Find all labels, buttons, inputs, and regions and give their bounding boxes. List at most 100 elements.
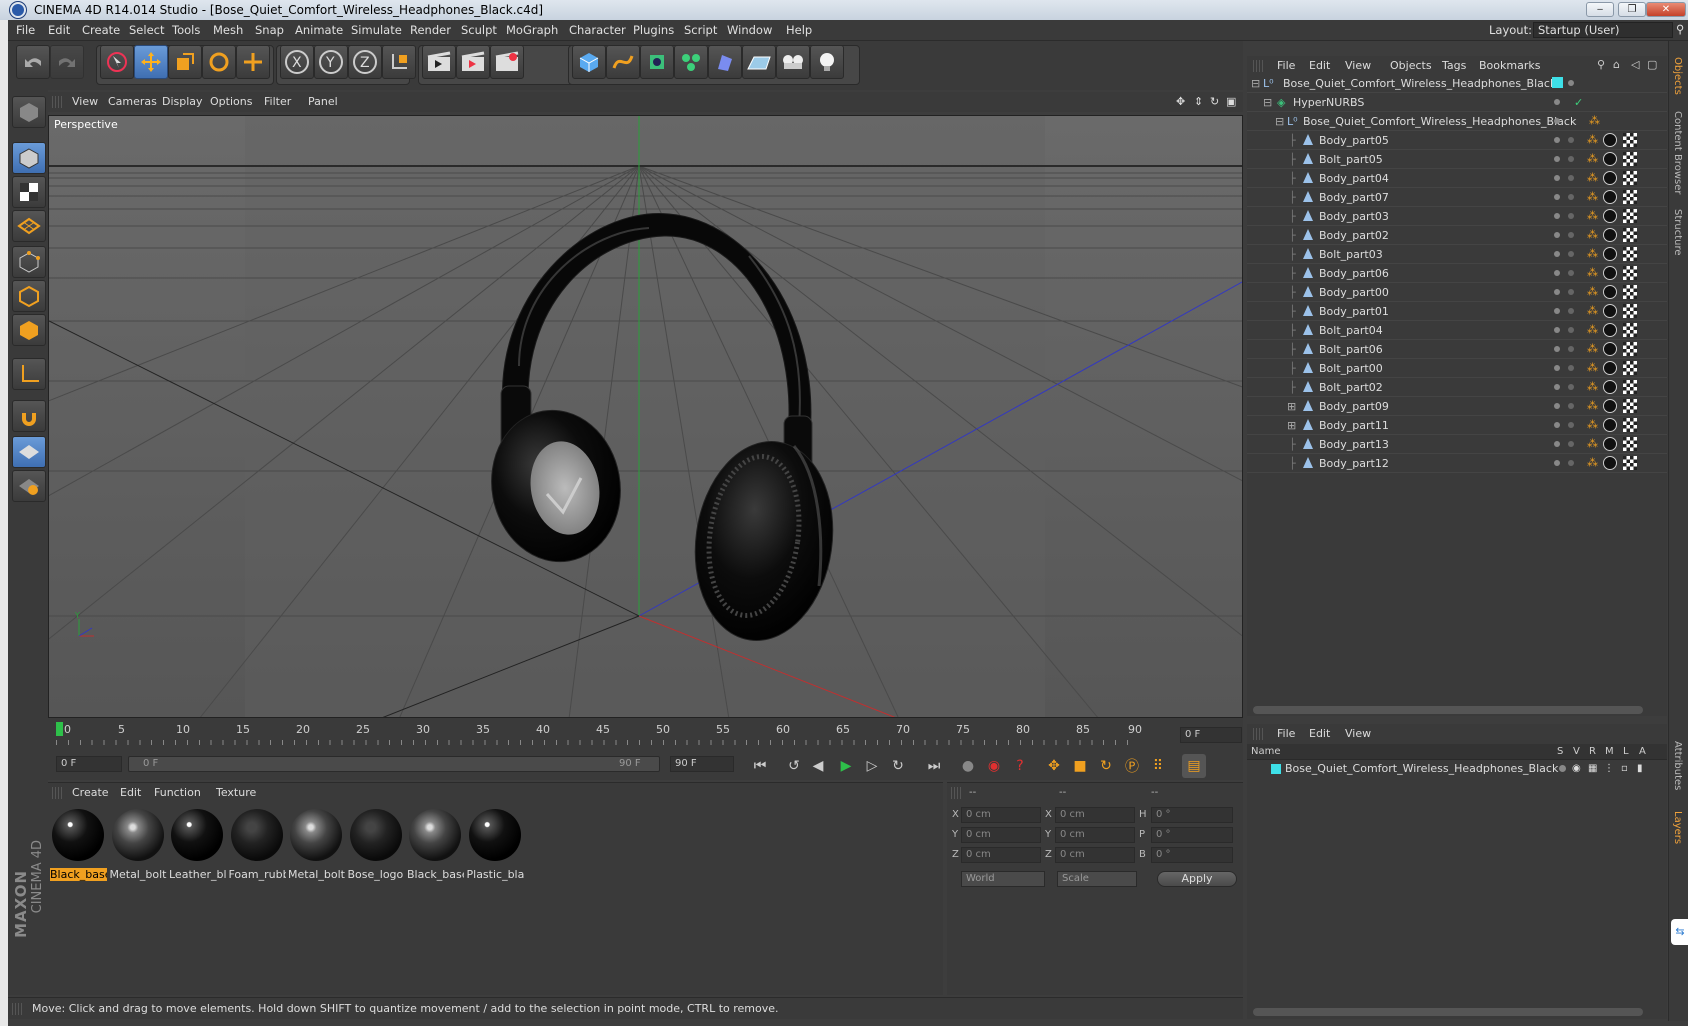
object-row[interactable]: ⊞ Body_part09 ⁂ bbox=[1247, 397, 1667, 416]
snap-magnet-icon[interactable] bbox=[12, 400, 46, 432]
phong-tag-icon[interactable]: ⁂ bbox=[1587, 171, 1599, 185]
menu-select[interactable]: Select bbox=[129, 23, 164, 37]
phong-tag-icon[interactable]: ⁂ bbox=[1587, 209, 1599, 223]
vp-zoom-icon[interactable]: ⇕ bbox=[1194, 95, 1203, 108]
visibility-dot[interactable] bbox=[1568, 80, 1574, 86]
material-swatch[interactable]: Metal_bolt bbox=[110, 807, 167, 892]
layer-menu-file[interactable]: File bbox=[1277, 727, 1295, 740]
texture-tag-icon[interactable] bbox=[1623, 266, 1637, 280]
search-icon[interactable]: ⚲ bbox=[1597, 58, 1605, 71]
mat-menu-function[interactable]: Function bbox=[154, 786, 201, 799]
vp-rotate-icon[interactable]: ↻ bbox=[1210, 95, 1219, 108]
perspective-viewport[interactable]: Y Perspective bbox=[48, 115, 1243, 718]
x-axis-lock-icon[interactable]: X bbox=[280, 45, 314, 79]
scale-tool-icon[interactable] bbox=[168, 45, 202, 79]
visibility-dot[interactable] bbox=[1554, 251, 1560, 257]
object-row[interactable]: ├ Bolt_part00 ⁂ bbox=[1247, 359, 1667, 378]
object-row[interactable]: ├ Body_part12 ⁂ bbox=[1247, 454, 1667, 473]
goto-end-icon[interactable]: ⏭ bbox=[922, 754, 946, 778]
panel-grip-icon[interactable] bbox=[1253, 60, 1263, 72]
expand-icon[interactable]: ⊞ bbox=[1287, 419, 1296, 432]
render-dot[interactable] bbox=[1568, 289, 1574, 295]
obj-menu-edit[interactable]: Edit bbox=[1309, 59, 1330, 72]
visibility-dot[interactable] bbox=[1554, 156, 1560, 162]
back-icon[interactable]: ◁ bbox=[1631, 58, 1639, 71]
key-scale-icon[interactable]: ■ bbox=[1068, 754, 1092, 778]
timeline-ruler[interactable]: 0 5 10 15 20 25 30 35 40 45 50 55 60 65 … bbox=[48, 718, 1243, 752]
material-swatch[interactable]: Bose_logo bbox=[348, 807, 405, 892]
material-swatch[interactable]: Leather_bla bbox=[169, 807, 226, 892]
menu-animate[interactable]: Animate bbox=[295, 23, 343, 37]
goto-prev-key-icon[interactable]: ↺ bbox=[782, 754, 806, 778]
panel-grip-icon[interactable] bbox=[1253, 728, 1263, 740]
spline-icon[interactable] bbox=[606, 45, 640, 79]
redo-icon[interactable] bbox=[50, 45, 84, 79]
model-mode-icon[interactable] bbox=[12, 142, 46, 174]
layer-menu-edit[interactable]: Edit bbox=[1309, 727, 1330, 740]
visibility-dot[interactable] bbox=[1554, 365, 1560, 371]
move-tool-icon[interactable] bbox=[134, 45, 168, 79]
position-y-field[interactable]: 0 cm bbox=[961, 827, 1041, 843]
render-dot[interactable] bbox=[1568, 232, 1574, 238]
texture-tag-icon[interactable] bbox=[1623, 418, 1637, 432]
apply-button[interactable]: Apply bbox=[1157, 871, 1237, 887]
visibility-dot[interactable] bbox=[1554, 403, 1560, 409]
array-icon[interactable] bbox=[674, 45, 708, 79]
texture-tag-icon[interactable] bbox=[1623, 399, 1637, 413]
menu-edit[interactable]: Edit bbox=[48, 23, 70, 37]
coordinate-system-icon[interactable] bbox=[382, 45, 416, 79]
workplane-mode-icon[interactable] bbox=[12, 210, 46, 242]
phong-tag-icon[interactable]: ⁂ bbox=[1587, 342, 1599, 356]
col-name[interactable]: Name bbox=[1251, 746, 1281, 757]
panel-grip-icon[interactable] bbox=[52, 96, 62, 108]
workplane-lock-icon[interactable] bbox=[12, 436, 46, 468]
menu-plugins[interactable]: Plugins bbox=[633, 23, 674, 37]
texture-tag-icon[interactable] bbox=[1623, 152, 1637, 166]
render-dot[interactable] bbox=[1568, 308, 1574, 314]
object-row[interactable]: ├ Body_part03 ⁂ bbox=[1247, 207, 1667, 226]
minimize-button[interactable]: ‒ bbox=[1586, 2, 1614, 17]
visibility-dot[interactable] bbox=[1554, 460, 1560, 466]
visibility-dot[interactable] bbox=[1554, 289, 1560, 295]
render-dot[interactable] bbox=[1568, 213, 1574, 219]
object-row[interactable]: ├ Bolt_part05 ⁂ bbox=[1247, 150, 1667, 169]
menu-window[interactable]: Window bbox=[727, 23, 772, 37]
texture-tag-icon[interactable] bbox=[1623, 437, 1637, 451]
material-tag-icon[interactable] bbox=[1603, 323, 1617, 337]
visibility-dot[interactable] bbox=[1554, 270, 1560, 276]
timeline-window-icon[interactable]: ▤ bbox=[1182, 754, 1206, 778]
visibility-dot[interactable] bbox=[1554, 327, 1560, 333]
menu-render[interactable]: Render bbox=[410, 23, 451, 37]
add-tool-icon[interactable] bbox=[236, 45, 270, 79]
render-dot[interactable] bbox=[1568, 441, 1574, 447]
material-tag-icon[interactable] bbox=[1603, 285, 1617, 299]
layer-solo-toggle[interactable] bbox=[1559, 765, 1566, 772]
menu-simulate[interactable]: Simulate bbox=[351, 23, 402, 37]
menu-snap[interactable]: Snap bbox=[255, 23, 284, 37]
texture-tag-icon[interactable] bbox=[1623, 190, 1637, 204]
material-tag-icon[interactable] bbox=[1603, 247, 1617, 261]
polygons-mode-icon[interactable] bbox=[12, 314, 46, 346]
texture-tag-icon[interactable] bbox=[1623, 323, 1637, 337]
menu-mesh[interactable]: Mesh bbox=[213, 23, 243, 37]
col-view[interactable]: V bbox=[1573, 746, 1580, 757]
material-tag-icon[interactable] bbox=[1603, 266, 1617, 280]
texture-tag-icon[interactable] bbox=[1623, 228, 1637, 242]
phong-tag-icon[interactable]: ⁂ bbox=[1587, 323, 1599, 337]
panel-grip-icon[interactable] bbox=[951, 787, 961, 799]
visibility-dot[interactable] bbox=[1554, 232, 1560, 238]
material-tag-icon[interactable] bbox=[1603, 209, 1617, 223]
col-render[interactable]: R bbox=[1589, 746, 1596, 757]
cube-primitive-icon[interactable] bbox=[572, 45, 606, 79]
key-point-level-icon[interactable]: ⠿ bbox=[1146, 754, 1170, 778]
vp-menu-cameras[interactable]: Cameras bbox=[108, 95, 157, 108]
phong-tag-icon[interactable]: ⁂ bbox=[1587, 133, 1599, 147]
key-rotation-icon[interactable]: ↻ bbox=[1094, 754, 1118, 778]
visibility-dot[interactable] bbox=[1554, 308, 1560, 314]
current-frame-field[interactable]: 0 F bbox=[1180, 727, 1242, 743]
rotate-tool-icon[interactable] bbox=[202, 45, 236, 79]
object-row[interactable]: ├ Body_part02 ⁂ bbox=[1247, 226, 1667, 245]
material-swatch[interactable]: Metal_bolt bbox=[288, 807, 345, 892]
rotation-b-field[interactable]: 0 ° bbox=[1151, 847, 1233, 863]
phong-tag-icon[interactable]: ⁂ bbox=[1589, 114, 1601, 128]
